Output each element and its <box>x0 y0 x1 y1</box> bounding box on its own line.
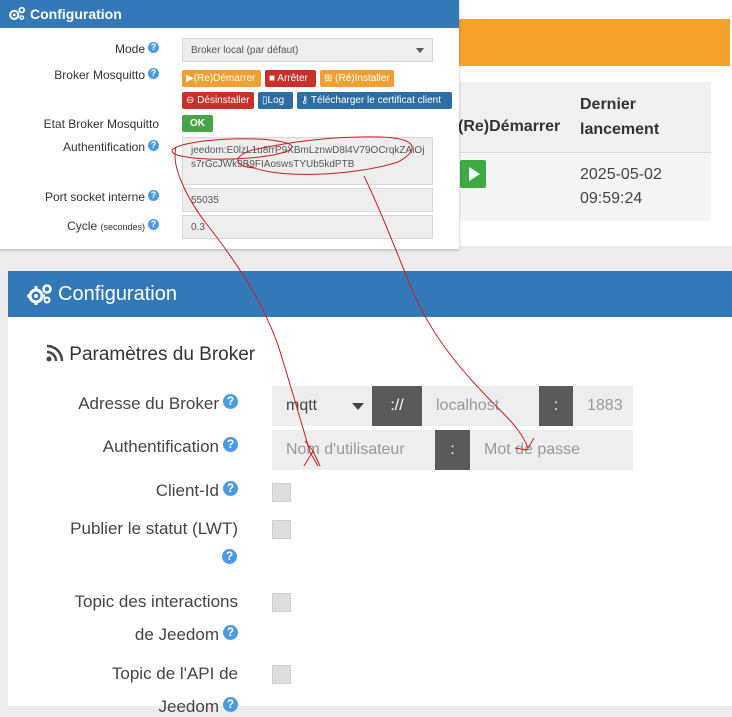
key-icon: ⚷ <box>301 95 311 106</box>
help-icon[interactable]: ? <box>222 549 237 564</box>
mode-label-text: Mode <box>114 42 145 56</box>
lwt-label: Publier le statut (LWT) <box>70 519 238 538</box>
mode-select[interactable]: Broker local (par défaut) <box>182 38 433 62</box>
stop-button[interactable]: ■ Arrêter <box>265 70 316 87</box>
port-separator: : <box>539 386 573 426</box>
auth-label-large-text: Authentification <box>102 437 219 456</box>
log-button[interactable]: ▯Log <box>258 92 293 109</box>
cycle-input[interactable]: 0.3 <box>182 215 433 239</box>
topic-interactions-checkbox[interactable] <box>272 593 291 612</box>
topic-interactions-label-line1: Topic des interactions <box>74 592 238 611</box>
chevron-down-icon <box>416 48 424 53</box>
column-header-last-launch: Dernier lancement <box>580 96 660 138</box>
broker-mosquitto-label: Broker Mosquitto? <box>54 68 159 82</box>
last-launch-date: 2025-05-02 09:59:24 <box>580 166 662 207</box>
mode-label: Mode? <box>115 42 159 56</box>
config-panel-large <box>8 271 732 706</box>
socket-port-text: Port socket interne <box>44 190 145 204</box>
gears-icon <box>8 6 26 24</box>
download-certificate-button[interactable]: ⚷ Télécharger le certificat client <box>297 92 452 109</box>
install-button[interactable]: ⊞ (Ré)Installer <box>320 70 394 87</box>
play-icon[interactable] <box>460 160 486 188</box>
socket-port-input[interactable]: 55035 <box>182 188 433 212</box>
help-icon[interactable]: ? <box>148 140 159 151</box>
help-icon[interactable]: ? <box>148 190 159 201</box>
topic-api-checkbox[interactable] <box>272 665 291 684</box>
help-icon[interactable]: ? <box>223 625 238 640</box>
stop-button-label: Arrêter <box>277 73 308 84</box>
topic-api-label-line2: Jeedom? <box>159 697 238 717</box>
background-orange-banner <box>448 19 730 66</box>
scheme-separator: :// <box>372 386 422 426</box>
protocol-select[interactable]: mqtt <box>272 386 372 426</box>
config-panel-small-title: Configuration <box>30 6 122 22</box>
username-input[interactable]: Nom d'utilisateur <box>272 430 435 470</box>
cycle-unit: (secondes) <box>100 222 145 232</box>
auth-label-small: Authentification? <box>63 140 159 154</box>
client-id-text: Client-Id <box>155 481 219 500</box>
client-id-label: Client-Id? <box>156 481 238 501</box>
topic-api-text: Jeedom <box>158 697 219 716</box>
help-icon[interactable]: ? <box>148 219 159 230</box>
uninstall-button[interactable]: ⊖ Désinstaller <box>182 92 254 109</box>
rss-icon <box>46 344 69 365</box>
minus-circle-icon: ⊖ <box>186 95 198 106</box>
plus-square-icon: ⊞ <box>324 73 336 84</box>
help-icon[interactable]: ? <box>223 437 238 452</box>
auth-label-large: Authentification? <box>103 437 238 457</box>
credentials-separator: : <box>435 430 470 470</box>
client-id-checkbox[interactable] <box>272 483 291 502</box>
topic-interactions-text: de Jeedom <box>134 625 219 644</box>
broker-state-badge: OK <box>182 115 213 132</box>
host-input[interactable]: localhost <box>422 386 539 426</box>
config-panel-large-header: Configuration <box>8 271 732 317</box>
auth-textarea[interactable]: jeedom:E0lzL1u8rrP9XBmLznwD8l4V79OCrqkZA… <box>182 137 433 185</box>
broker-state-label: Etat Broker Mosquitto <box>43 117 159 131</box>
install-button-label: (Ré)Installer <box>335 73 390 84</box>
broker-address-text: Adresse du Broker <box>78 394 219 413</box>
broker-section-title: Paramètres du Broker <box>46 344 255 366</box>
cycle-label-text: Cycle <box>67 219 98 233</box>
lwt-checkbox[interactable] <box>272 520 291 539</box>
auth-label-small-text: Authentification <box>62 140 145 154</box>
gears-icon <box>27 283 53 311</box>
column-header-restart: (Re)Démarrer <box>458 118 561 135</box>
restart-button[interactable]: ▶(Re)Démarrer <box>182 70 261 87</box>
log-button-label: Log <box>267 95 285 106</box>
chevron-down-icon <box>352 403 364 410</box>
restart-button-label: (Re)Démarrer <box>193 73 256 84</box>
help-icon[interactable]: ? <box>148 42 159 53</box>
help-icon[interactable]: ? <box>223 394 238 409</box>
socket-port-label: Port socket interne? <box>45 190 159 204</box>
config-panel-small: Configuration Mode? Broker local (par dé… <box>0 0 459 249</box>
port-input[interactable]: 1883 <box>573 386 633 426</box>
play-icon: ▶ <box>186 73 194 84</box>
help-icon[interactable]: ? <box>148 68 159 79</box>
broker-section-label: Paramètres du Broker <box>69 344 256 365</box>
config-panel-small-header: Configuration <box>0 0 459 28</box>
help-icon[interactable]: ? <box>223 697 238 712</box>
config-panel-large-title: Configuration <box>58 283 177 305</box>
protocol-value: mqtt <box>286 397 318 414</box>
broker-mosquitto-text: Broker Mosquitto <box>54 68 145 82</box>
uninstall-button-label: Désinstaller <box>197 95 250 106</box>
topic-interactions-label-line2: de Jeedom? <box>135 625 238 645</box>
password-input[interactable]: Mot de passe <box>470 430 633 470</box>
mode-select-value: Broker local (par défaut) <box>191 45 299 56</box>
broker-address-label: Adresse du Broker? <box>78 394 238 414</box>
cycle-label: Cycle (secondes)? <box>67 219 159 233</box>
download-certificate-label: Télécharger le certificat client <box>310 95 441 106</box>
help-icon[interactable]: ? <box>223 481 238 496</box>
topic-api-label-line1: Topic de l'API de <box>111 664 238 683</box>
